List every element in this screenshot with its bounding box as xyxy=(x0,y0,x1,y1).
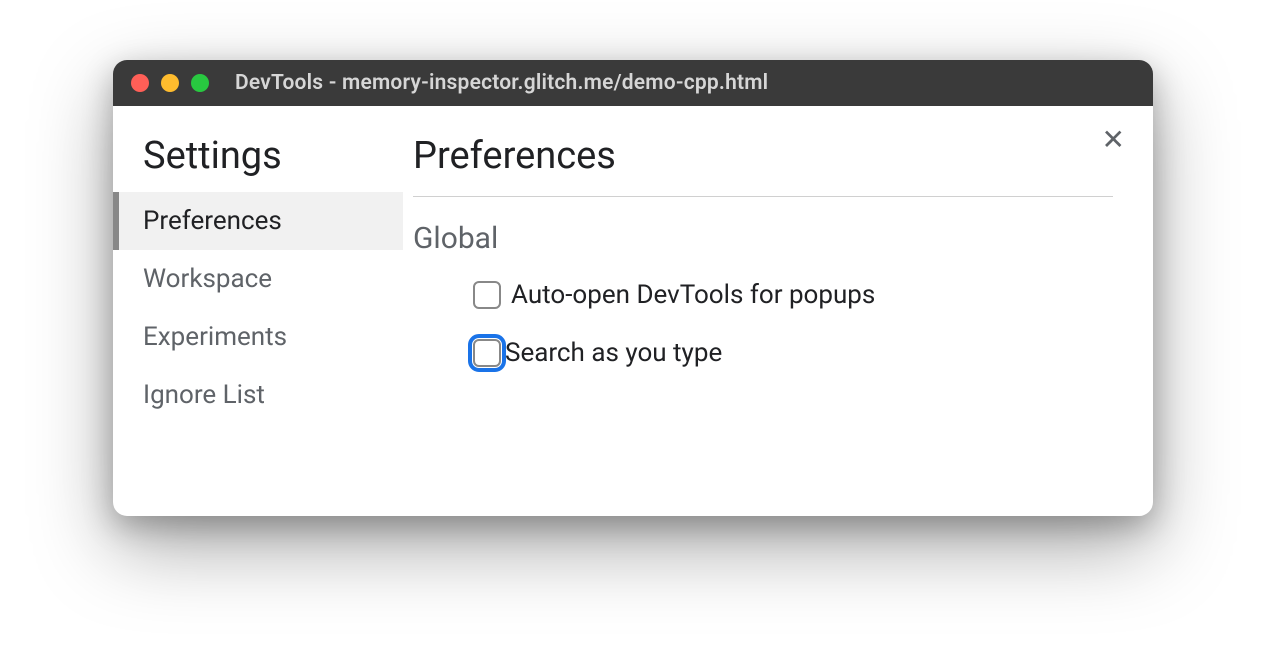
titlebar: DevTools - memory-inspector.glitch.me/de… xyxy=(113,60,1153,106)
option-auto-open-devtools[interactable]: Auto-open DevTools for popups xyxy=(473,280,1113,310)
close-icon[interactable]: ✕ xyxy=(1102,126,1125,154)
window-title: DevTools - memory-inspector.glitch.me/de… xyxy=(235,71,768,95)
sidebar-item-preferences[interactable]: Preferences xyxy=(113,192,403,250)
content-area: ✕ Settings Preferences Workspace Experim… xyxy=(113,106,1153,516)
window-close-button[interactable] xyxy=(131,74,149,92)
sidebar-item-experiments[interactable]: Experiments xyxy=(113,308,403,366)
sidebar-item-label: Ignore List xyxy=(143,380,265,410)
checkbox-search-as-you-type[interactable] xyxy=(473,339,501,367)
sidebar-item-label: Preferences xyxy=(143,206,282,236)
option-search-as-you-type[interactable]: Search as you type xyxy=(473,338,1113,368)
sidebar-item-ignore-list[interactable]: Ignore List xyxy=(113,366,403,424)
window-maximize-button[interactable] xyxy=(191,74,209,92)
devtools-window: DevTools - memory-inspector.glitch.me/de… xyxy=(113,60,1153,516)
sidebar-item-label: Workspace xyxy=(143,264,272,294)
option-label: Auto-open DevTools for popups xyxy=(511,280,875,310)
checkbox-auto-open-devtools[interactable] xyxy=(473,281,501,309)
sidebar: Settings Preferences Workspace Experimen… xyxy=(113,106,403,516)
main-panel: Preferences Global Auto-open DevTools fo… xyxy=(403,106,1153,516)
option-label: Search as you type xyxy=(505,338,722,368)
window-minimize-button[interactable] xyxy=(161,74,179,92)
sidebar-title: Settings xyxy=(113,134,403,192)
section-title-global: Global xyxy=(413,221,1113,256)
sidebar-item-workspace[interactable]: Workspace xyxy=(113,250,403,308)
sidebar-item-label: Experiments xyxy=(143,322,287,352)
traffic-lights xyxy=(131,74,209,92)
page-title: Preferences xyxy=(413,134,1113,197)
